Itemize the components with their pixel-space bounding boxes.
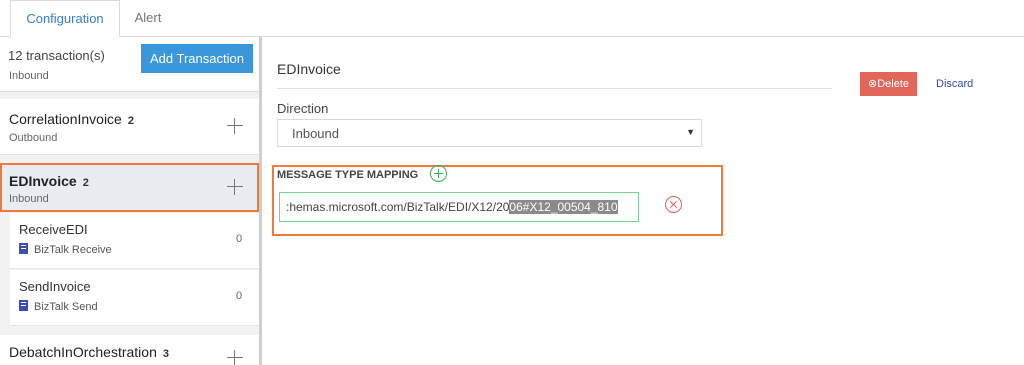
remove-mapping-icon[interactable] <box>665 196 682 213</box>
add-transaction-button[interactable]: Add Transaction <box>141 44 253 73</box>
direction-select[interactable]: Inbound ▼ <box>277 119 702 147</box>
message-type-mapping-label: MESSAGE TYPE MAPPING <box>277 169 419 181</box>
transaction-list-header: 12 transaction(s) Add Transaction Inboun… <box>0 37 259 92</box>
child-title: SendInvoice <box>19 279 91 294</box>
panel-splitter[interactable] <box>259 37 262 365</box>
transaction-group-title: DebatchInOrchestration 3 <box>9 344 169 360</box>
transaction-group-edinvoice[interactable]: EDInvoice 2 Inbound <box>0 163 259 212</box>
child-type: BizTalk Send <box>34 301 98 313</box>
transaction-child-receiveedi[interactable]: ReceiveEDI BizTalk Receive 0 <box>10 213 259 269</box>
message-type-input[interactable]: :hemas.microsoft.com/BizTalk/EDI/X12/200… <box>279 192 639 222</box>
child-title: ReceiveEDI <box>19 222 88 237</box>
child-count: 0 <box>236 233 243 245</box>
group-name: DebatchInOrchestration <box>9 344 157 360</box>
message-type-text: :hemas.microsoft.com/BizTalk/EDI/X12/200… <box>286 200 618 214</box>
expand-plus-icon[interactable] <box>226 178 244 196</box>
discard-link[interactable]: Discard <box>936 78 973 90</box>
group-name: EDInvoice <box>9 173 77 189</box>
tab-bar: Configuration Alert <box>0 0 1024 38</box>
dropdown-arrow-icon: ▼ <box>686 127 695 137</box>
group-count-badge: 2 <box>127 115 134 127</box>
biztalk-icon <box>19 243 28 254</box>
list-item-subtitle: Inbound <box>9 70 49 82</box>
message-type-selected-text: 06#X12_00504_810 <box>509 200 618 214</box>
add-mapping-icon[interactable] <box>430 165 447 182</box>
group-count-badge: 2 <box>82 177 89 189</box>
biztalk-icon <box>19 300 28 311</box>
expand-plus-icon[interactable] <box>226 349 244 365</box>
transaction-child-sendinvoice[interactable]: SendInvoice BizTalk Send 0 <box>10 270 259 326</box>
group-count-badge: 3 <box>162 348 169 360</box>
group-direction: Outbound <box>9 132 58 144</box>
transaction-count: 12 transaction(s) <box>8 48 105 63</box>
transaction-list-panel: 12 transaction(s) Add Transaction Inboun… <box>0 37 262 365</box>
message-type-text-part: :hemas.microsoft.com/BizTalk/EDI/X12/20 <box>286 200 510 214</box>
group-direction: Inbound <box>9 193 49 205</box>
tab-alert[interactable]: Alert <box>120 0 176 37</box>
expand-plus-icon[interactable] <box>226 117 244 135</box>
title-divider <box>277 88 832 89</box>
direction-label: Direction <box>277 101 329 116</box>
child-type: BizTalk Receive <box>34 244 112 256</box>
tab-configuration[interactable]: Configuration <box>10 0 120 38</box>
child-count: 0 <box>236 290 243 302</box>
transaction-group-title: CorrelationInvoice 2 <box>9 111 134 127</box>
transaction-group-debatchinorchestration[interactable]: DebatchInOrchestration 3 <box>0 335 259 365</box>
direction-select-value: Inbound <box>292 126 339 141</box>
transaction-title: EDInvoice <box>277 61 341 77</box>
transaction-group-correlationinvoice[interactable]: CorrelationInvoice 2 Outbound <box>0 99 259 155</box>
child-subtitle: BizTalk Receive <box>19 243 112 256</box>
child-subtitle: BizTalk Send <box>19 300 98 313</box>
transaction-group-title: EDInvoice 2 <box>9 173 89 189</box>
group-name: CorrelationInvoice <box>9 111 122 127</box>
delete-button[interactable]: ⊗Delete <box>860 72 917 96</box>
message-type-mapping-section: MESSAGE TYPE MAPPING :hemas.microsoft.co… <box>272 165 723 236</box>
